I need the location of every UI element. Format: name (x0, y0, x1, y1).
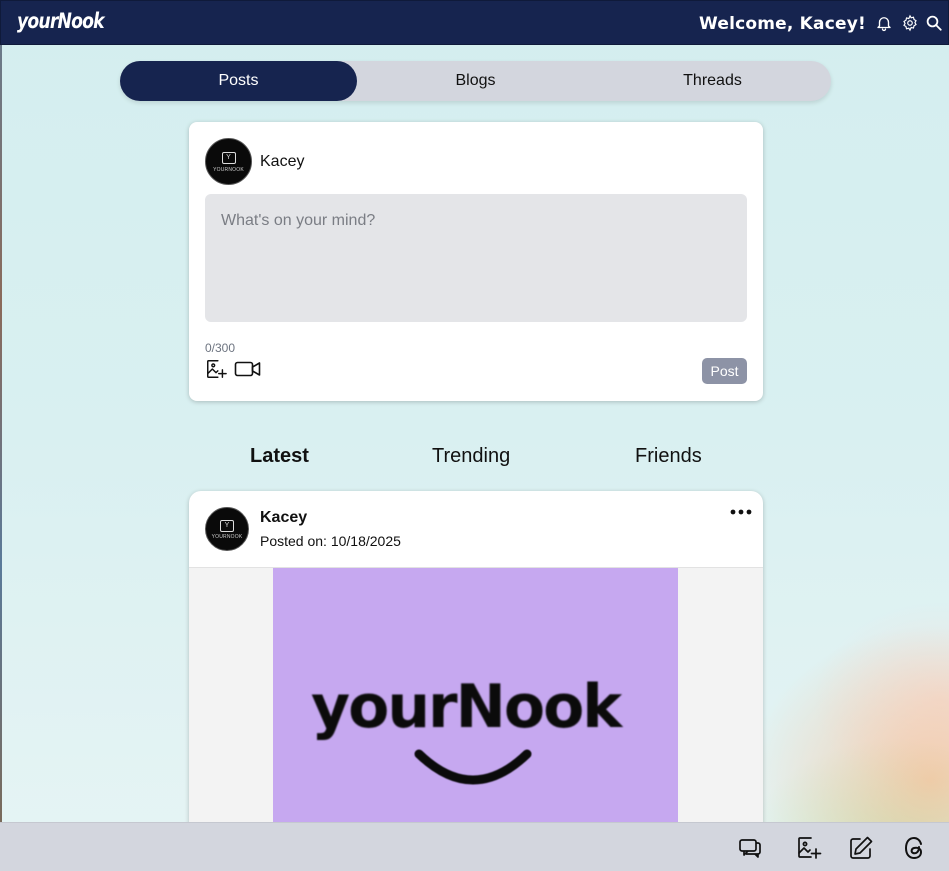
video-icon[interactable] (234, 359, 262, 381)
feed-tab-friends[interactable]: Friends (635, 445, 702, 468)
composer-username: Kacey (260, 153, 305, 170)
gear-icon[interactable] (901, 14, 919, 32)
post-media: yourNook (189, 567, 763, 831)
tab-posts[interactable]: Posts (120, 61, 357, 101)
welcome-text: Welcome, Kacey! (699, 14, 866, 34)
avatar-logo-text: YOURNOOK (211, 534, 243, 541)
post-image-logo-text: yourNook (311, 672, 622, 742)
bottom-nav (0, 822, 949, 871)
app-logo[interactable]: yourNook (17, 9, 105, 33)
post-text-input[interactable]: What's on your mind? (205, 194, 747, 322)
post-date: Posted on: 10/18/2025 (260, 533, 401, 549)
post-image[interactable]: yourNook (273, 568, 678, 831)
top-bar: yourNook Welcome, Kacey! (0, 0, 949, 45)
avatar-logo-box: Y (221, 151, 236, 164)
search-icon[interactable] (925, 14, 943, 32)
chat-icon[interactable] (738, 835, 764, 861)
avatar[interactable]: Y YOURNOOK (205, 138, 252, 185)
more-options-icon[interactable] (729, 503, 753, 521)
window-edge (0, 45, 2, 825)
feed-tab-latest[interactable]: Latest (250, 445, 309, 468)
post-avatar[interactable]: Y YOURNOOK (205, 507, 249, 551)
bell-icon[interactable] (875, 14, 893, 32)
character-counter: 0/300 (205, 341, 236, 355)
content-tabs: Posts Blogs Threads (120, 61, 831, 101)
tab-threads[interactable]: Threads (594, 61, 831, 101)
add-image-icon[interactable] (796, 835, 822, 861)
tab-blogs[interactable]: Blogs (357, 61, 594, 101)
threads-icon[interactable] (902, 835, 928, 861)
feed-tab-trending[interactable]: Trending (432, 445, 510, 468)
add-image-icon[interactable] (205, 358, 227, 380)
avatar-logo-text: YOURNOOK (213, 166, 244, 173)
post-button[interactable]: Post (702, 358, 747, 384)
avatar-logo-box: Y (220, 519, 234, 532)
smile-icon (414, 749, 532, 785)
post-composer: Y YOURNOOK Kacey What's on your mind? 0/… (189, 122, 763, 401)
edit-icon[interactable] (848, 835, 874, 861)
post-author[interactable]: Kacey (260, 509, 307, 527)
post-card: Y YOURNOOK Kacey Posted on: 10/18/2025 y… (189, 491, 763, 831)
